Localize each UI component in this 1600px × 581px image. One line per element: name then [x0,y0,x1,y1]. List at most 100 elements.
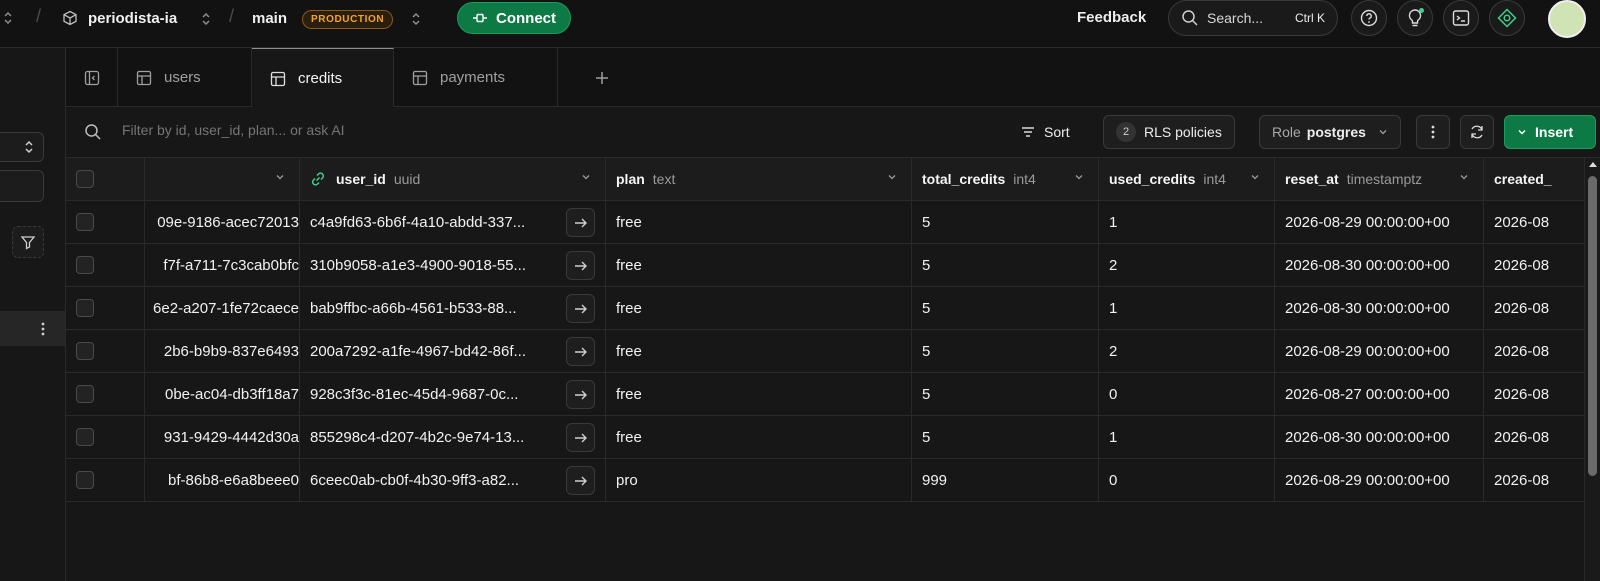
created-at-cell[interactable]: 2026-08 [1484,459,1600,502]
table-row[interactable]: bf-86b8-e6a8beee0 6ceec0ab-cb0f-4b30-9ff3… [66,459,1600,502]
view-referenced-row-button[interactable] [566,251,595,280]
user-id-cell[interactable]: 855298c4-d207-4b2c-9e74-13... [300,416,606,459]
row-checkbox[interactable] [76,213,94,231]
user-id-cell[interactable]: bab9ffbc-a66b-4561-b533-88... [300,287,606,330]
collapse-sidebar-button[interactable] [66,48,118,107]
tab-credits[interactable]: credits [252,48,394,108]
created-at-cell[interactable]: 2026-08 [1484,373,1600,416]
table-search-input[interactable] [0,170,44,202]
used-credits-cell[interactable]: 1 [1099,416,1275,459]
view-referenced-row-button[interactable] [566,466,595,495]
row-checkbox[interactable] [76,299,94,317]
id-cell[interactable]: 0be-ac04-db3ff18a7 [145,373,300,416]
role-selector[interactable]: Role postgres [1259,115,1401,149]
header-created-at-cell[interactable]: created_ [1484,158,1600,201]
view-referenced-row-button[interactable] [566,208,595,237]
header-total-credits-cell[interactable]: total_credits int4 [912,158,1099,201]
used-credits-cell[interactable]: 2 [1099,244,1275,287]
header-reset-at-cell[interactable]: reset_at timestamptz [1275,158,1484,201]
filter-input[interactable] [122,122,722,138]
table-row[interactable]: 09e-9186-acec72013 c4a9fd63-6b6f-4a10-abd… [66,201,1600,244]
user-id-cell[interactable]: c4a9fd63-6b6f-4a10-abdd-337... [300,201,606,244]
row-checkbox[interactable] [76,428,94,446]
view-referenced-row-button[interactable] [566,337,595,366]
table-row[interactable]: 6e2-a207-1fe72caece bab9ffbc-a66b-4561-b5… [66,287,1600,330]
header-user-id-cell[interactable]: user_id uuid [300,158,606,201]
row-checkbox[interactable] [76,471,94,489]
reset-at-cell[interactable]: 2026-08-27 00:00:00+00 [1275,373,1484,416]
avatar[interactable] [1548,0,1586,38]
chevron-down-icon[interactable] [887,172,897,182]
connect-button[interactable]: Connect [457,2,571,34]
plan-cell[interactable]: pro [606,459,912,502]
created-at-cell[interactable]: 2026-08 [1484,416,1600,459]
created-at-cell[interactable]: 2026-08 [1484,244,1600,287]
user-id-cell[interactable]: 928c3f3c-81ec-45d4-9687-0c... [300,373,606,416]
reset-at-cell[interactable]: 2026-08-29 00:00:00+00 [1275,201,1484,244]
reset-at-cell[interactable]: 2026-08-29 00:00:00+00 [1275,459,1484,502]
branch-switch-chevron-icon[interactable] [410,11,422,27]
used-credits-cell[interactable]: 1 [1099,201,1275,244]
used-credits-cell[interactable]: 0 [1099,459,1275,502]
table-row[interactable]: f7f-a711-7c3cab0bfc 310b9058-a1e3-4900-90… [66,244,1600,287]
total-credits-cell[interactable]: 999 [912,459,1099,502]
assistant-button[interactable] [1489,0,1525,36]
reset-at-cell[interactable]: 2026-08-30 00:00:00+00 [1275,416,1484,459]
table-row[interactable]: 931-9429-4442d30a 855298c4-d207-4b2c-9e74… [66,416,1600,459]
scroll-up-arrow-icon[interactable] [1588,160,1598,168]
chevron-down-icon[interactable] [275,172,285,182]
insert-button[interactable]: Insert [1504,115,1596,149]
used-credits-cell[interactable]: 1 [1099,287,1275,330]
schema-selector[interactable] [0,132,44,162]
plan-cell[interactable]: free [606,201,912,244]
refresh-button[interactable] [1460,115,1494,149]
user-id-cell[interactable]: 310b9058-a1e3-4900-9018-55... [300,244,606,287]
table-row[interactable]: 0be-ac04-db3ff18a7 928c3f3c-81ec-45d4-968… [66,373,1600,416]
more-vertical-icon[interactable] [40,321,46,337]
total-credits-cell[interactable]: 5 [912,201,1099,244]
id-cell[interactable]: bf-86b8-e6a8beee0 [145,459,300,502]
tab-payments[interactable]: payments [394,48,558,107]
plan-cell[interactable]: free [606,416,912,459]
view-referenced-row-button[interactable] [566,294,595,323]
total-credits-cell[interactable]: 5 [912,287,1099,330]
total-credits-cell[interactable]: 5 [912,330,1099,373]
chevron-down-icon[interactable] [1074,172,1084,182]
plan-cell[interactable]: free [606,287,912,330]
total-credits-cell[interactable]: 5 [912,244,1099,287]
total-credits-cell[interactable]: 5 [912,373,1099,416]
sidebar-active-table-row[interactable] [0,311,65,346]
plan-cell[interactable]: free [606,244,912,287]
branch-name[interactable]: main [252,10,287,27]
project-name[interactable]: periodista-ia [88,10,177,27]
plan-cell[interactable]: free [606,373,912,416]
add-tab-button[interactable] [577,48,627,107]
id-cell[interactable]: 09e-9186-acec72013 [145,201,300,244]
row-checkbox[interactable] [76,256,94,274]
reset-at-cell[interactable]: 2026-08-30 00:00:00+00 [1275,244,1484,287]
reset-at-cell[interactable]: 2026-08-29 00:00:00+00 [1275,330,1484,373]
created-at-cell[interactable]: 2026-08 [1484,287,1600,330]
user-id-cell[interactable]: 200a7292-a1fe-4967-bd42-86f... [300,330,606,373]
header-used-credits-cell[interactable]: used_credits int4 [1099,158,1275,201]
reset-at-cell[interactable]: 2026-08-30 00:00:00+00 [1275,287,1484,330]
used-credits-cell[interactable]: 0 [1099,373,1275,416]
global-search[interactable]: Search... Ctrl K [1168,0,1338,36]
view-referenced-row-button[interactable] [566,423,595,452]
chevron-down-icon[interactable] [1459,172,1469,182]
user-id-cell[interactable]: 6ceec0ab-cb0f-4b30-9ff3-a82... [300,459,606,502]
created-at-cell[interactable]: 2026-08 [1484,330,1600,373]
more-options-button[interactable] [1416,115,1450,149]
rls-policies-button[interactable]: 2 RLS policies [1103,115,1235,149]
id-cell[interactable]: 2b6-b9b9-837e6493 [145,330,300,373]
scroll-thumb[interactable] [1588,176,1597,476]
id-cell[interactable]: 931-9429-4442d30a [145,416,300,459]
header-plan-cell[interactable]: plan text [606,158,912,201]
feedback-link[interactable]: Feedback [1077,9,1146,26]
filter-tables-button[interactable] [12,226,44,258]
chevron-down-icon[interactable] [1250,172,1260,182]
row-checkbox[interactable] [76,385,94,403]
view-referenced-row-button[interactable] [566,380,595,409]
row-checkbox[interactable] [76,342,94,360]
chevron-down-icon[interactable] [581,172,591,182]
